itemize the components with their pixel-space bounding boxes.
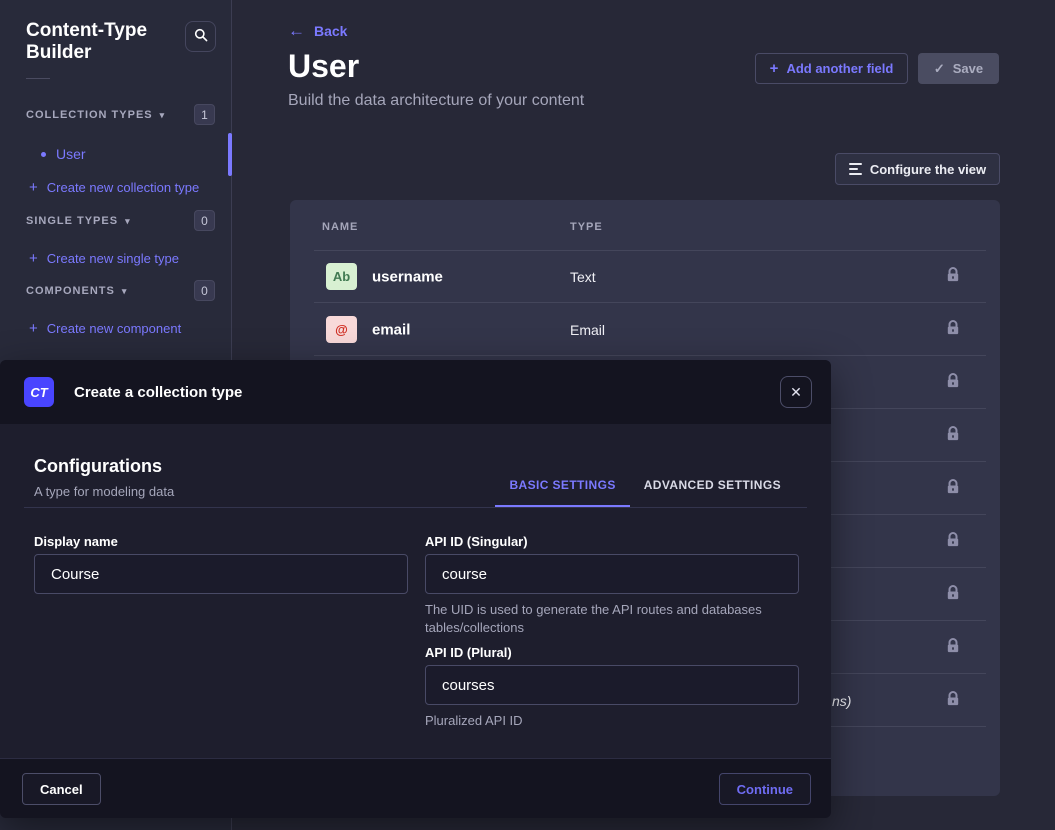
create-link-label: Create new collection type [47,180,199,195]
filter-icon [849,163,862,175]
bullet-icon [41,152,46,157]
tabs-divider [24,507,807,508]
page-subtitle: Build the data architecture of your cont… [288,92,584,110]
table-row-email[interactable]: @ email Email [290,303,1000,356]
plus-icon: + [770,61,779,76]
close-button[interactable]: ✕ [780,376,812,408]
lock-icon [946,584,960,605]
single-types-count: 0 [194,210,215,231]
search-icon [194,28,208,45]
add-another-field-button[interactable]: + Add another field [755,53,908,84]
create-link-label: Create new component [47,321,181,336]
lock-icon [946,690,960,711]
plus-icon: + [29,251,38,266]
cancel-button[interactable]: Cancel [22,773,101,805]
search-button[interactable] [185,21,216,52]
collection-types-count: 1 [194,104,215,125]
create-component-link[interactable]: + Create new component [29,321,181,336]
text-field-type-icon: Ab [326,263,357,290]
section-label: SINGLE TYPES [26,215,118,227]
page-title: User [288,48,359,85]
field-type: Email [570,322,605,338]
lock-icon [946,266,960,287]
configure-label: Configure the view [870,162,986,177]
check-icon: ✓ [934,61,945,77]
content-type-badge: CT [24,377,54,407]
plus-icon: + [29,180,38,195]
plus-icon: + [29,321,38,336]
tab-basic-settings[interactable]: BASIC SETTINGS [495,464,629,508]
components-count: 0 [194,280,215,301]
create-collection-type-link[interactable]: + Create new collection type [29,180,199,195]
configure-view-button[interactable]: Configure the view [835,153,1000,185]
api-id-plural-label: API ID (Plural) [425,645,512,660]
chevron-down-icon: ▾ [160,110,166,121]
lock-icon [946,425,960,446]
save-button[interactable]: ✓ Save [918,53,999,84]
table-row-username[interactable]: Ab username Text [290,250,1000,303]
lock-icon [946,478,960,499]
save-label: Save [953,61,983,76]
field-type-partial: ns) [832,693,851,709]
field-name: email [372,321,410,338]
section-single-types[interactable]: SINGLE TYPES ▾ [26,215,131,227]
section-collection-types[interactable]: COLLECTION TYPES ▾ [26,109,165,121]
back-arrow-icon: ← [288,22,305,39]
column-header-name: NAME [322,221,358,233]
settings-tabs: BASIC SETTINGS ADVANCED SETTINGS [495,464,795,508]
api-id-plural-field[interactable] [425,665,799,705]
api-id-singular-hint: The UID is used to generate the API rout… [425,601,770,636]
create-single-type-link[interactable]: + Create new single type [29,251,179,266]
modal-heading: Configurations [34,456,162,477]
lock-icon [946,372,960,393]
close-icon: ✕ [790,384,802,401]
field-name: username [372,268,443,285]
section-label: COLLECTION TYPES [26,109,153,121]
api-id-singular-label: API ID (Singular) [425,534,528,549]
column-header-type: TYPE [570,221,603,233]
app-title: Content-Type Builder [26,20,176,64]
sidebar-divider [26,78,50,79]
api-id-plural-hint: Pluralized API ID [425,712,770,730]
back-link[interactable]: ← Back [288,22,347,39]
back-label: Back [314,23,347,39]
section-label: COMPONENTS [26,285,115,297]
sidebar-item-label: User [56,146,86,162]
modal-header: CT Create a collection type ✕ [0,360,831,424]
active-item-indicator [228,133,232,176]
sidebar-item-user[interactable]: User [0,136,231,172]
email-field-type-icon: @ [326,316,357,343]
create-collection-type-modal: CT Create a collection type ✕ Configurat… [0,360,831,818]
field-type: Text [570,269,596,285]
tab-advanced-settings[interactable]: ADVANCED SETTINGS [630,464,795,508]
modal-footer: Cancel Continue [0,758,831,818]
chevron-down-icon: ▾ [125,216,131,227]
display-name-field[interactable] [34,554,408,594]
continue-button[interactable]: Continue [719,773,811,805]
chevron-down-icon: ▾ [122,286,128,297]
api-id-singular-field[interactable] [425,554,799,594]
lock-icon [946,319,960,340]
display-name-label: Display name [34,534,118,549]
lock-icon [946,637,960,658]
create-link-label: Create new single type [47,251,179,266]
section-components[interactable]: COMPONENTS ▾ [26,285,127,297]
modal-title: Create a collection type [74,384,242,401]
lock-icon [946,531,960,552]
add-field-label: Add another field [786,61,893,76]
modal-subheading: A type for modeling data [34,484,174,499]
